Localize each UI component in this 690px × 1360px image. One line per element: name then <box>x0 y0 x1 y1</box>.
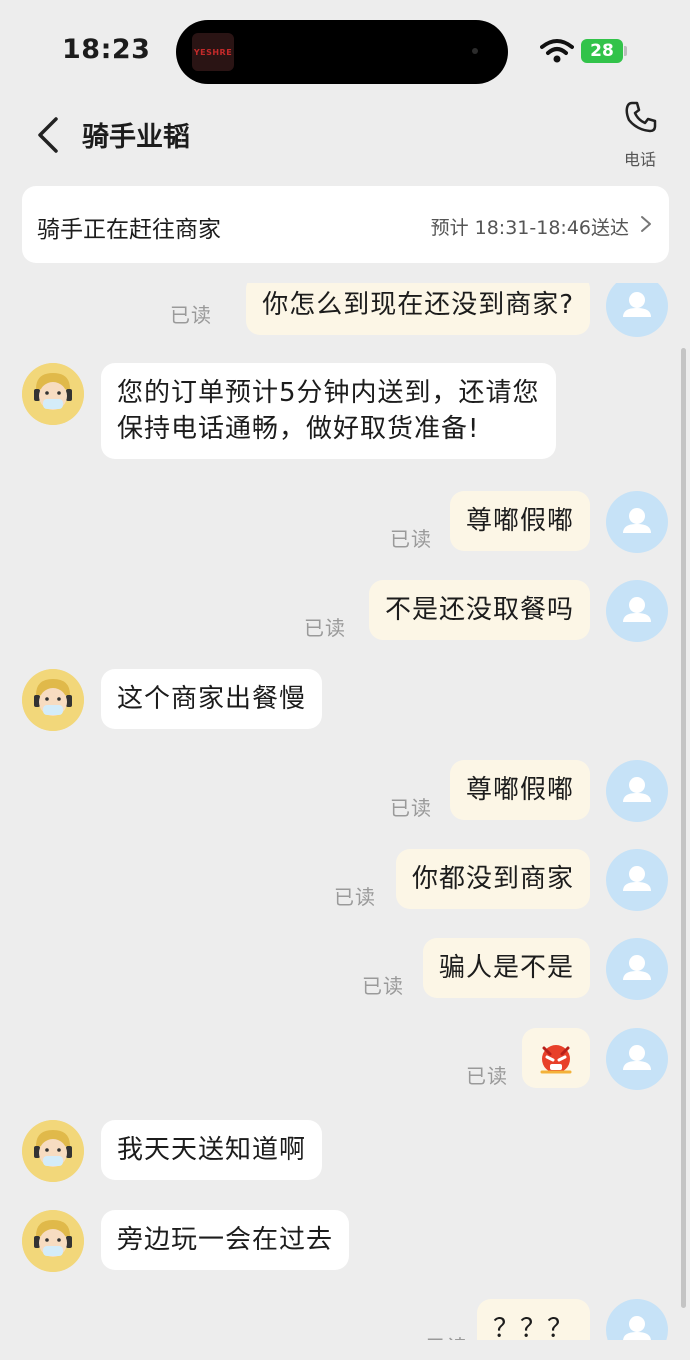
rider-avatar[interactable] <box>22 363 84 425</box>
message-bubble-outgoing[interactable]: 尊嘟假嘟 <box>449 760 590 820</box>
battery-indicator: 28 <box>581 39 623 63</box>
read-receipt: 已读 <box>170 303 212 327</box>
user-avatar[interactable] <box>606 1028 668 1090</box>
chevron-left-icon[interactable] <box>30 113 66 157</box>
rider-avatar[interactable] <box>22 1120 84 1182</box>
order-status-text: 骑手正在赶往商家 <box>37 217 221 243</box>
read-receipt: 已读 <box>426 1331 468 1340</box>
message-row: 已读 骗人是不是 <box>0 938 690 1000</box>
message-row: 我天天送知道啊 <box>0 1120 690 1182</box>
message-row: 旁边玩一会在过去 <box>0 1210 690 1272</box>
message-row: 已读 你都没到商家 <box>0 849 690 911</box>
user-icon <box>623 508 651 533</box>
status-bar: 18:23 YESHRE 28 <box>0 0 690 100</box>
message-bubble-outgoing[interactable]: 骗人是不是 <box>422 938 590 998</box>
message-bubble-outgoing[interactable]: 你怎么到现在还没到商家? <box>246 283 590 335</box>
message-row: 已读 你怎么到现在还没到商家? <box>0 283 690 337</box>
message-line: 您的订单预计5分钟内送到，还请您 <box>117 378 540 408</box>
battery-cap <box>624 46 627 56</box>
user-icon <box>623 1316 651 1340</box>
rider-face-icon <box>22 1210 84 1272</box>
message-row: 已读 尊嘟假嘟 <box>0 491 690 553</box>
message-bubble-incoming[interactable]: 我天天送知道啊 <box>101 1120 323 1180</box>
user-avatar[interactable] <box>606 283 668 337</box>
angry-face-icon <box>540 1045 572 1074</box>
user-avatar[interactable] <box>606 491 668 553</box>
user-avatar[interactable] <box>606 580 668 642</box>
message-row: 这个商家出餐慢 <box>0 669 690 731</box>
user-icon <box>623 777 651 802</box>
chat-header: 骑手业韬 电话 <box>0 95 690 175</box>
user-avatar[interactable] <box>606 849 668 911</box>
user-icon <box>623 866 651 891</box>
message-row: 已读 尊嘟假嘟 <box>0 760 690 822</box>
message-bubble-outgoing[interactable] <box>522 1028 590 1088</box>
message-row: 已读 ？？？ <box>0 1299 690 1340</box>
phone-icon[interactable] <box>624 100 658 134</box>
read-receipt: 已读 <box>390 796 432 820</box>
read-receipt: 已读 <box>390 527 432 551</box>
read-receipt: 已读 <box>304 616 346 640</box>
message-row: 已读 不是还没取餐吗 <box>0 580 690 642</box>
user-icon <box>623 292 651 317</box>
user-icon <box>623 955 651 980</box>
user-icon <box>623 597 651 622</box>
rider-face-icon <box>22 363 84 425</box>
message-bubble-incoming[interactable]: 这个商家出餐慢 <box>101 669 323 729</box>
media-thumbnail[interactable]: YESHRE <box>192 33 234 71</box>
page-title: 骑手业韬 <box>82 122 190 153</box>
message-bubble-outgoing[interactable]: 你都没到商家 <box>395 849 590 909</box>
message-bubble-outgoing[interactable]: 不是还没取餐吗 <box>368 580 590 640</box>
read-receipt: 已读 <box>362 974 404 998</box>
message-line: 保持电话通畅，做好取货准备! <box>117 414 480 444</box>
read-receipt: 已读 <box>466 1064 508 1088</box>
message-bubble-incoming[interactable]: 您的订单预计5分钟内送到，还请您 保持电话通畅，做好取货准备! <box>101 363 556 459</box>
read-receipt: 已读 <box>334 885 376 909</box>
rider-avatar[interactable] <box>22 669 84 731</box>
message-bubble-incoming[interactable]: 旁边玩一会在过去 <box>101 1210 350 1270</box>
wifi-icon <box>540 39 574 63</box>
rider-face-icon <box>22 1120 84 1182</box>
chat-scrollbar[interactable] <box>681 348 686 1308</box>
island-indicator <box>472 48 478 54</box>
message-row: 您的订单预计5分钟内送到，还请您 保持电话通畅，做好取货准备! <box>0 363 690 463</box>
user-icon <box>623 1045 651 1070</box>
message-bubble-outgoing[interactable]: ？？？ <box>476 1299 590 1340</box>
chat-message-list[interactable]: 已读 你怎么到现在还没到商家? 您的订单预计5分钟内送到，还请您 保持电话通畅，… <box>0 283 690 1340</box>
call-label[interactable]: 电话 <box>614 146 666 170</box>
order-eta-text: 预计 18:31-18:46送达 <box>430 217 629 239</box>
rider-avatar[interactable] <box>22 1210 84 1272</box>
message-bubble-outgoing[interactable]: 尊嘟假嘟 <box>449 491 590 551</box>
chevron-right-icon <box>641 216 651 232</box>
call-button[interactable]: 电话 <box>614 100 666 170</box>
message-row: 已读 <box>0 1028 690 1090</box>
user-avatar[interactable] <box>606 1299 668 1340</box>
user-avatar[interactable] <box>606 938 668 1000</box>
dynamic-island[interactable]: YESHRE <box>176 20 508 84</box>
order-status-card[interactable]: 骑手正在赶往商家 预计 18:31-18:46送达 <box>22 186 669 263</box>
user-avatar[interactable] <box>606 760 668 822</box>
rider-face-icon <box>22 669 84 731</box>
status-time: 18:23 <box>62 34 151 65</box>
